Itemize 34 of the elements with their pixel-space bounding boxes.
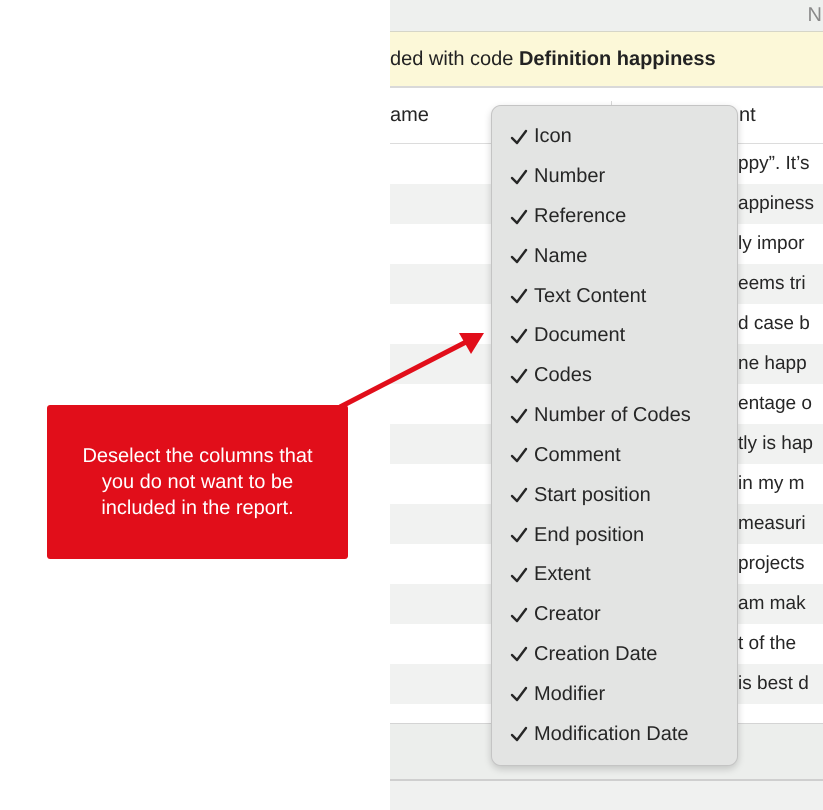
table-cell: in my m [738,473,804,495]
menu-item[interactable]: Start position [492,475,737,516]
table-cell: measuri [738,513,806,535]
menu-item[interactable]: Icon [492,117,737,157]
menu-item[interactable]: Comment [492,436,737,476]
menu-item[interactable]: Number [492,156,737,197]
menu-item[interactable]: Creation Date [492,634,737,674]
table-cell: eems tri [738,273,806,295]
table-cell: d case b [738,313,810,335]
column-header-label: N [808,4,822,27]
table-cell: ne happ [738,353,807,375]
menu-item[interactable]: Text Content [492,276,737,316]
table-cell: tly is hap [738,433,813,455]
menu-item[interactable]: Number of Codes [492,396,737,436]
table-cell: projects [738,553,805,575]
table-cell: ly impor [738,233,805,255]
table-cell: appiness [738,193,814,215]
menu-item[interactable]: Creator [492,594,737,635]
column-header[interactable]: nt [739,104,756,127]
menu-item[interactable]: Reference [492,196,737,236]
menu-item[interactable]: Extent [492,554,737,595]
menu-item[interactable]: Modification Date [492,714,737,754]
table-cell: ppy”. It’s [738,153,810,175]
table-cell: t of the [738,633,796,655]
table-cell: am mak [738,593,806,615]
menu-item[interactable]: Modifier [492,674,737,714]
menu-item[interactable]: Name [492,236,737,276]
menu-item[interactable]: Codes [492,356,737,396]
menu-item[interactable]: Document [492,316,737,356]
table-cell: is best d [738,673,809,695]
banner-text: ded with code Definition happiness [390,48,716,70]
callout-text: Deselect the columns that you do not want to be included in the report. [47,405,348,559]
table-cell: entage o [738,393,812,415]
menu-item[interactable]: End position [492,515,737,555]
